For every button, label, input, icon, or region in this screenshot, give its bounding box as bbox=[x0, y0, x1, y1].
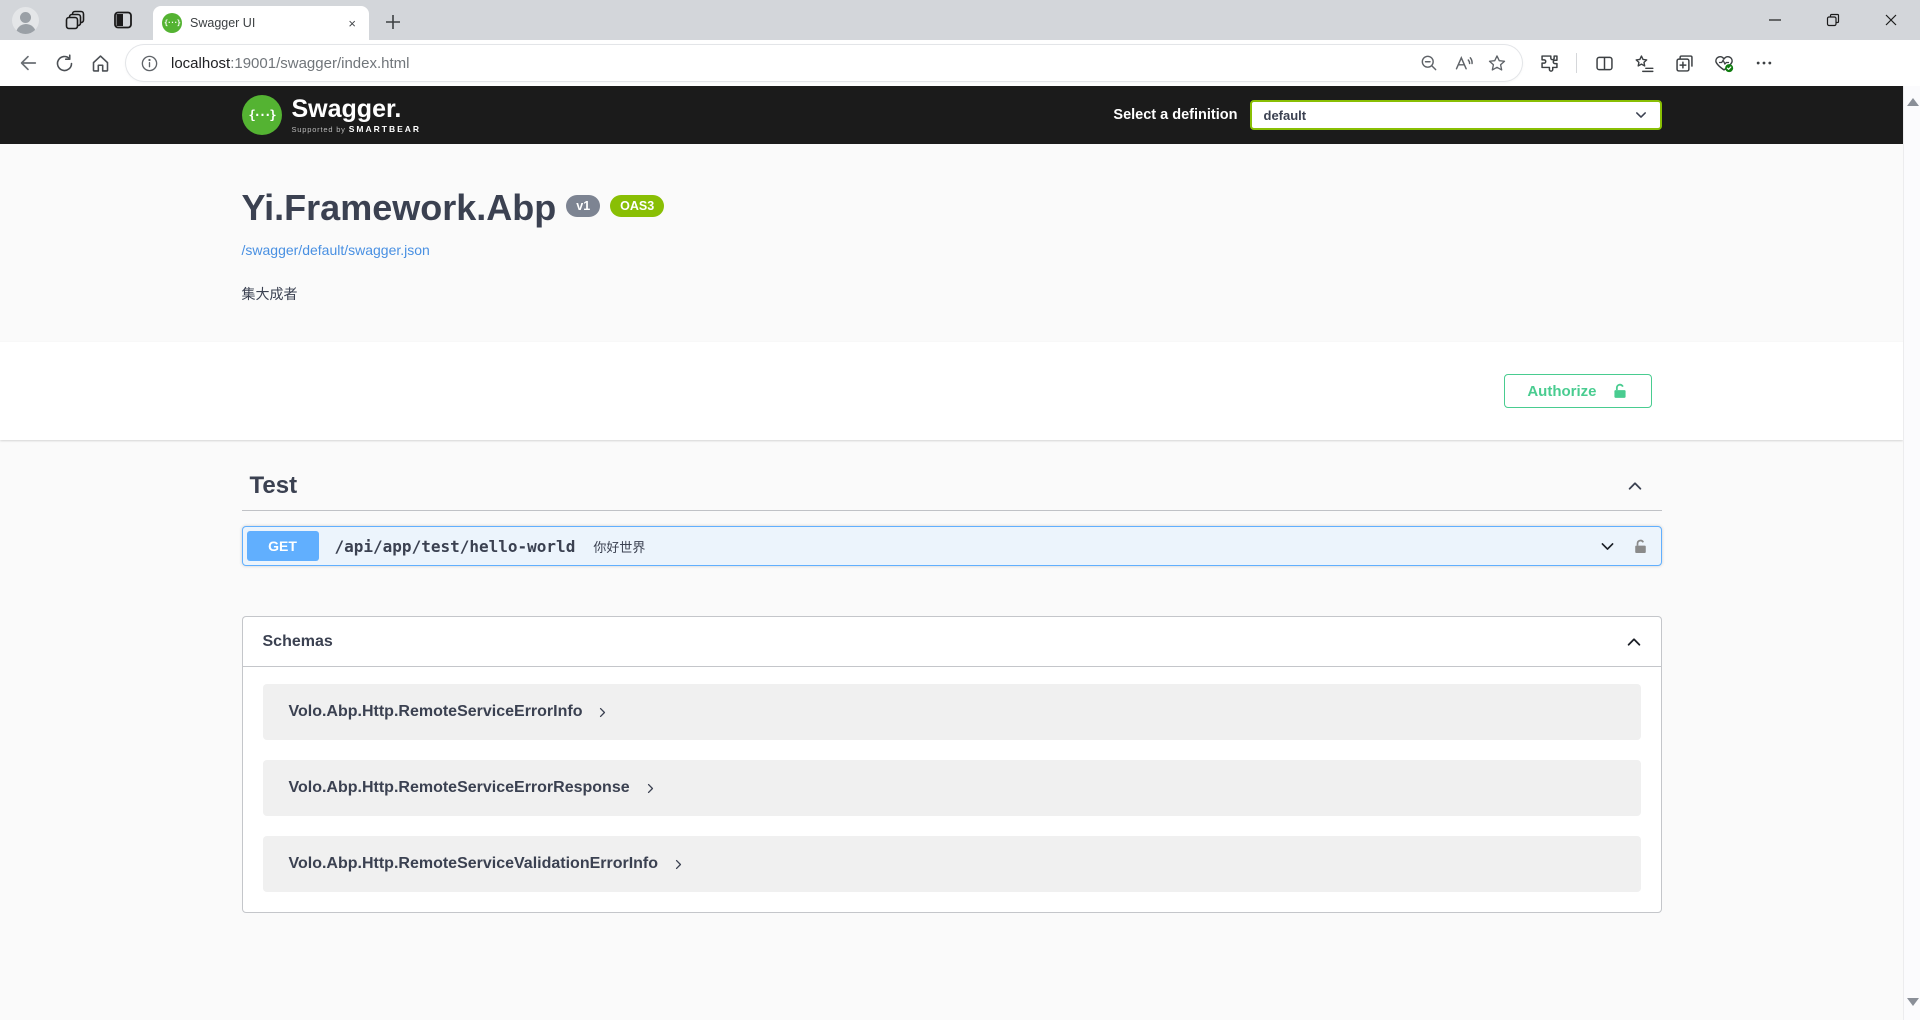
schema-name: Volo.Abp.Http.RemoteServiceErrorInfo bbox=[289, 703, 583, 721]
api-title: Yi.Framework.Abp bbox=[242, 186, 557, 229]
favorite-star-icon[interactable] bbox=[1480, 47, 1514, 79]
address-bar[interactable]: localhost:19001/swagger/index.html bbox=[126, 45, 1522, 81]
zoom-out-icon[interactable] bbox=[1412, 47, 1446, 79]
page-viewport: {···} Swagger. Supported bySMARTBEAR Sel… bbox=[0, 86, 1920, 1020]
operation-path: /api/app/test/hello-world bbox=[335, 537, 576, 556]
scheme-container: Authorize bbox=[0, 342, 1903, 440]
url-text[interactable]: localhost:19001/swagger/index.html bbox=[171, 55, 1412, 72]
api-info-section: Yi.Framework.Abp v1 OAS3 /swagger/defaul… bbox=[0, 144, 1903, 342]
expand-chevron-down-icon[interactable] bbox=[1599, 538, 1616, 555]
operation-description: 你好世界 bbox=[593, 537, 645, 556]
home-icon[interactable] bbox=[82, 45, 118, 81]
refresh-icon[interactable] bbox=[46, 45, 82, 81]
spec-json-link[interactable]: /swagger/default/swagger.json bbox=[242, 242, 430, 258]
split-screen-icon[interactable] bbox=[1587, 47, 1621, 79]
chevron-down-icon bbox=[1634, 108, 1648, 122]
chevron-right-icon bbox=[596, 706, 609, 719]
window-minimize-button[interactable] bbox=[1746, 0, 1804, 40]
vertical-scrollbar[interactable] bbox=[1903, 86, 1920, 1020]
unlock-icon bbox=[1611, 382, 1629, 400]
tab-close-icon[interactable]: × bbox=[344, 14, 360, 33]
version-badge: v1 bbox=[566, 195, 600, 217]
definition-select[interactable]: default bbox=[1250, 100, 1662, 130]
schema-row-remote-service-error-response[interactable]: Volo.Abp.Http.RemoteServiceErrorResponse bbox=[263, 760, 1641, 816]
swagger-topbar: {···} Swagger. Supported bySMARTBEAR Sel… bbox=[0, 86, 1903, 144]
schema-row-remote-service-validation-error-info[interactable]: Volo.Abp.Http.RemoteServiceValidationErr… bbox=[263, 836, 1641, 892]
operation-lock-icon[interactable] bbox=[1632, 538, 1649, 555]
tab-title: Swagger UI bbox=[190, 16, 336, 30]
method-badge: GET bbox=[247, 531, 319, 561]
tab-strip: {···} Swagger UI × bbox=[0, 0, 1920, 40]
profile-avatar[interactable] bbox=[12, 7, 39, 34]
browser-tab-swagger-ui[interactable]: {···} Swagger UI × bbox=[153, 6, 369, 40]
collections-icon[interactable] bbox=[1667, 47, 1701, 79]
operation-get-hello-world[interactable]: GET /api/app/test/hello-world 你好世界 bbox=[242, 526, 1662, 566]
avatar-body bbox=[16, 24, 36, 34]
schema-name: Volo.Abp.Http.RemoteServiceValidationErr… bbox=[289, 855, 659, 873]
oas3-badge: OAS3 bbox=[610, 195, 664, 217]
scrollbar-up-arrow[interactable] bbox=[1907, 98, 1919, 106]
schemas-section: Schemas Volo.Abp.Http.RemoteServiceError… bbox=[242, 616, 1662, 913]
favorites-bar-icon[interactable] bbox=[1627, 47, 1661, 79]
swagger-logo-icon: {···} bbox=[242, 95, 282, 135]
schemas-title: Schemas bbox=[263, 633, 333, 651]
swagger-logo: {···} Swagger. Supported bySMARTBEAR bbox=[242, 95, 422, 135]
site-info-icon[interactable] bbox=[140, 54, 159, 73]
extensions-icon[interactable] bbox=[1532, 47, 1566, 79]
back-icon[interactable] bbox=[10, 45, 46, 81]
toolbar-divider bbox=[1576, 53, 1577, 73]
schema-name: Volo.Abp.Http.RemoteServiceErrorResponse bbox=[289, 779, 630, 797]
swagger-logo-subtext: Supported bySMARTBEAR bbox=[292, 124, 422, 134]
authorize-label: Authorize bbox=[1527, 383, 1596, 400]
schemas-chevron-up-icon[interactable] bbox=[1625, 633, 1643, 651]
window-close-button[interactable] bbox=[1862, 0, 1920, 40]
main-content: Test GET /api/app/test/hello-world 你好世界 … bbox=[222, 466, 1682, 913]
url-path: :19001/swagger/index.html bbox=[230, 55, 409, 72]
browser-toolbar: localhost:19001/swagger/index.html bbox=[0, 40, 1920, 86]
schemas-header[interactable]: Schemas bbox=[243, 617, 1661, 667]
tag-section-header[interactable]: Test bbox=[242, 466, 1662, 511]
url-host: localhost bbox=[171, 55, 230, 72]
window-restore-button[interactable] bbox=[1804, 0, 1862, 40]
workspaces-icon[interactable] bbox=[63, 8, 87, 32]
tab-actions-icon[interactable] bbox=[111, 8, 135, 32]
browser-essentials-icon[interactable] bbox=[1707, 47, 1741, 79]
chevron-right-icon bbox=[672, 858, 685, 871]
authorize-button[interactable]: Authorize bbox=[1504, 374, 1651, 408]
collapse-chevron-up-icon[interactable] bbox=[1626, 477, 1644, 495]
swagger-logo-text: Swagger. bbox=[292, 97, 422, 122]
tag-title: Test bbox=[250, 472, 298, 500]
chevron-right-icon bbox=[644, 782, 657, 795]
new-tab-button[interactable] bbox=[383, 12, 403, 32]
schema-row-remote-service-error-info[interactable]: Volo.Abp.Http.RemoteServiceErrorInfo bbox=[263, 684, 1641, 740]
select-definition-label: Select a definition bbox=[1113, 107, 1237, 123]
scrollbar-down-arrow[interactable] bbox=[1907, 998, 1919, 1006]
read-aloud-icon[interactable] bbox=[1446, 47, 1480, 79]
avatar-head bbox=[20, 12, 31, 23]
api-description: 集大成者 bbox=[242, 284, 1662, 304]
swagger-favicon: {···} bbox=[162, 13, 182, 33]
settings-menu-icon[interactable] bbox=[1747, 47, 1781, 79]
definition-select-value: default bbox=[1264, 108, 1307, 123]
